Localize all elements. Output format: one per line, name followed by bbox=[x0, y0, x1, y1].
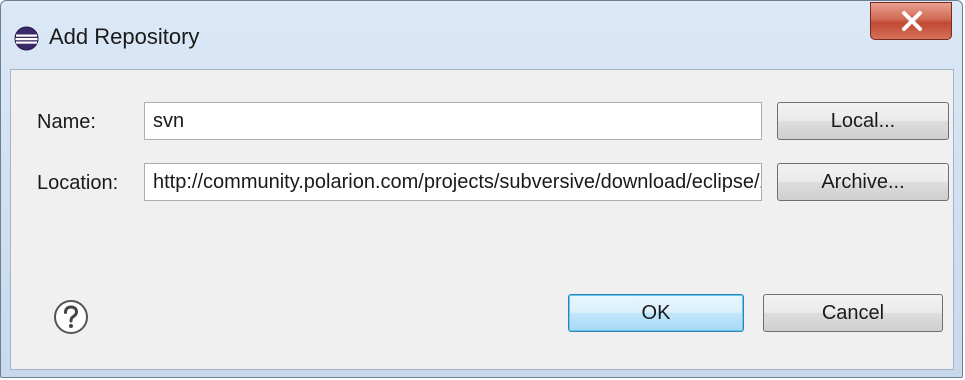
local-button[interactable]: Local... bbox=[777, 102, 949, 140]
eclipse-icon bbox=[14, 26, 39, 51]
add-repository-dialog: Add Repository Name: svn Local... Locati… bbox=[0, 0, 963, 378]
ok-button[interactable]: OK bbox=[568, 294, 744, 332]
archive-button[interactable]: Archive... bbox=[777, 163, 949, 201]
name-label: Name: bbox=[37, 111, 96, 133]
location-input[interactable]: http://community.polarion.com/projects/s… bbox=[144, 163, 762, 201]
cancel-button[interactable]: Cancel bbox=[763, 294, 943, 332]
close-button[interactable] bbox=[870, 2, 952, 40]
dialog-content: Name: svn Local... Location: http://comm… bbox=[10, 69, 954, 370]
dialog-title: Add Repository bbox=[49, 24, 200, 49]
name-input[interactable]: svn bbox=[144, 102, 762, 140]
title-bar[interactable]: Add Repository bbox=[1, 1, 962, 69]
help-question-icon[interactable] bbox=[53, 299, 89, 335]
location-label: Location: bbox=[37, 172, 119, 194]
close-x-icon bbox=[902, 11, 922, 31]
